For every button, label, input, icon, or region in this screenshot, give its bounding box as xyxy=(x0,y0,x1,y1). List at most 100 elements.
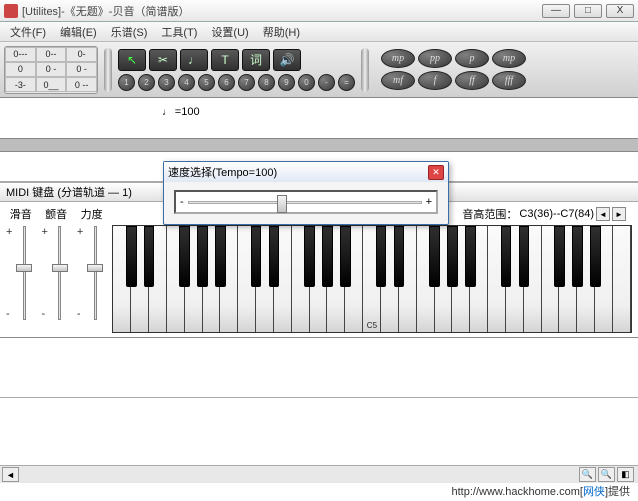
dur-cell[interactable]: -3- xyxy=(5,77,36,92)
note-duration-grid: 0--- 0-- 0- 0 0 - 0 - -3- 0__ 0 -- xyxy=(4,46,98,94)
glide-thumb[interactable] xyxy=(16,264,32,272)
status-bar: ◄ 🔍 🔍 ◧ xyxy=(0,465,638,483)
dur-cell[interactable]: 0- xyxy=(66,47,97,62)
dynamic-fff[interactable]: fff xyxy=(492,71,526,90)
dur-cell[interactable]: 0 -- xyxy=(66,77,97,92)
black-key[interactable] xyxy=(590,226,601,287)
dynamic-f[interactable]: f xyxy=(418,71,452,90)
black-key[interactable] xyxy=(429,226,440,287)
view-button[interactable]: ◧ xyxy=(617,467,634,482)
num-button-0[interactable]: 0 xyxy=(298,74,315,91)
velocity-label: 力度 xyxy=(81,206,103,222)
dur-cell[interactable]: 0__ xyxy=(36,77,67,92)
num-button-3[interactable]: 3 xyxy=(158,74,175,91)
black-key[interactable] xyxy=(144,226,155,287)
black-key[interactable] xyxy=(304,226,315,287)
dur-cell[interactable]: 0 - xyxy=(36,62,67,77)
pointer-tool[interactable]: ↖ xyxy=(118,49,146,71)
black-key[interactable] xyxy=(519,226,530,287)
glide-plus[interactable]: + xyxy=(6,226,12,238)
text-tool[interactable]: T xyxy=(211,49,239,71)
num-button-4[interactable]: 4 xyxy=(178,74,195,91)
maximize-button[interactable]: □ xyxy=(574,4,602,18)
trill-thumb[interactable] xyxy=(52,264,68,272)
dynamic-p[interactable]: p xyxy=(455,49,489,68)
black-key[interactable] xyxy=(376,226,387,287)
black-key[interactable] xyxy=(215,226,226,287)
glide-label: 滑音 xyxy=(10,206,32,222)
toolbar-divider xyxy=(104,48,112,92)
num-button--[interactable]: - xyxy=(318,74,335,91)
range-label: 音高范围： xyxy=(462,206,517,222)
menu-score[interactable]: 乐谱(S) xyxy=(105,22,154,42)
black-key[interactable] xyxy=(465,226,476,287)
dur-cell[interactable]: 0-- xyxy=(36,47,67,62)
tempo-plus[interactable]: + xyxy=(426,196,432,208)
lower-area[interactable] xyxy=(0,338,638,398)
num-button-8[interactable]: 8 xyxy=(258,74,275,91)
tempo-slider-container: - + xyxy=(174,190,438,214)
black-key[interactable] xyxy=(179,226,190,287)
piano-keyboard: C5 xyxy=(112,225,632,333)
num-button-=[interactable]: = xyxy=(338,74,355,91)
lyric-tool[interactable]: 词 xyxy=(242,49,270,71)
black-key[interactable] xyxy=(501,226,512,287)
num-button-9[interactable]: 9 xyxy=(278,74,295,91)
menu-edit[interactable]: 编辑(E) xyxy=(54,22,103,42)
tempo-slider-thumb[interactable] xyxy=(277,195,287,213)
minimize-button[interactable]: — xyxy=(542,4,570,18)
zoom-in-button[interactable]: 🔍 xyxy=(598,467,615,482)
menu-tools[interactable]: 工具(T) xyxy=(155,22,203,42)
tempo-dialog-title: 速度选择(Tempo=100) ✕ xyxy=(164,162,448,182)
dynamic-mf[interactable]: mf xyxy=(381,71,415,90)
black-key[interactable] xyxy=(197,226,208,287)
glide-slider[interactable] xyxy=(13,226,35,320)
trill-slider[interactable] xyxy=(49,226,71,320)
num-button-5[interactable]: 5 xyxy=(198,74,215,91)
dynamic-mp[interactable]: mp xyxy=(381,49,415,68)
trill-minus[interactable]: - xyxy=(41,308,47,320)
sound-tool[interactable]: 🔊 xyxy=(273,49,301,71)
tempo-minus[interactable]: - xyxy=(180,196,184,208)
black-key[interactable] xyxy=(394,226,405,287)
zoom-out-button[interactable]: 🔍 xyxy=(579,467,596,482)
range-right-button[interactable]: ► xyxy=(612,207,626,221)
menu-bar: 文件(F) 编辑(E) 乐谱(S) 工具(T) 设置(U) 帮助(H) xyxy=(0,22,638,42)
num-button-7[interactable]: 7 xyxy=(238,74,255,91)
trill-plus[interactable]: + xyxy=(41,226,47,238)
glide-minus[interactable]: - xyxy=(6,308,12,320)
black-key[interactable] xyxy=(251,226,262,287)
scroll-left-button[interactable]: ◄ xyxy=(2,467,19,482)
title-bar: [Utilites]-《无题》-贝音（简谱版） — □ X xyxy=(0,0,638,22)
velocity-slider[interactable] xyxy=(84,226,106,320)
velocity-minus[interactable]: - xyxy=(77,308,83,320)
menu-file[interactable]: 文件(F) xyxy=(4,22,52,42)
tempo-dialog-close[interactable]: ✕ xyxy=(428,165,444,180)
dynamic-mp[interactable]: mp xyxy=(492,49,526,68)
dynamic-pp[interactable]: pp xyxy=(418,49,452,68)
dynamic-ff[interactable]: ff xyxy=(455,71,489,90)
metronome-tool[interactable]: ♩ xyxy=(180,49,208,71)
close-button[interactable]: X xyxy=(606,4,634,18)
dur-cell[interactable]: 0 xyxy=(5,62,36,77)
black-key[interactable] xyxy=(447,226,458,287)
black-key[interactable] xyxy=(340,226,351,287)
num-button-1[interactable]: 1 xyxy=(118,74,135,91)
velocity-thumb[interactable] xyxy=(87,264,103,272)
range-left-button[interactable]: ◄ xyxy=(596,207,610,221)
black-key[interactable] xyxy=(126,226,137,287)
velocity-plus[interactable]: + xyxy=(77,226,83,238)
dur-cell[interactable]: 0--- xyxy=(5,47,36,62)
tempo-slider[interactable] xyxy=(188,201,422,204)
black-key[interactable] xyxy=(322,226,333,287)
black-key[interactable] xyxy=(572,226,583,287)
black-key[interactable] xyxy=(554,226,565,287)
ruler[interactable] xyxy=(0,138,638,152)
menu-help[interactable]: 帮助(H) xyxy=(257,22,306,42)
cut-tool[interactable]: ✂ xyxy=(149,49,177,71)
num-button-6[interactable]: 6 xyxy=(218,74,235,91)
menu-settings[interactable]: 设置(U) xyxy=(205,22,254,42)
num-button-2[interactable]: 2 xyxy=(138,74,155,91)
black-key[interactable] xyxy=(269,226,280,287)
dur-cell[interactable]: 0 - xyxy=(66,62,97,77)
